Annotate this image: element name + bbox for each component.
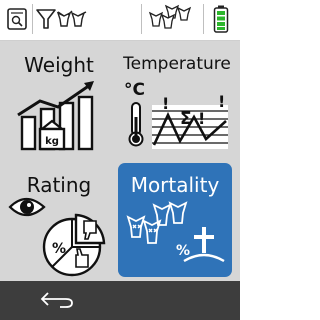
percent-sign: % — [176, 243, 190, 259]
rating-tile[interactable]: Rating % — [4, 163, 114, 277]
toolbar-divider — [32, 4, 33, 34]
kg-text: kg — [45, 136, 59, 147]
mortality-tile[interactable]: Mortality % — [118, 163, 232, 277]
alert-mark: ! — [162, 94, 169, 113]
toolbar-divider — [141, 4, 142, 34]
battery-icon — [206, 4, 236, 34]
animal-group-button[interactable] — [144, 4, 200, 34]
cow-group-icon — [148, 4, 192, 29]
report-icon[interactable] — [4, 4, 30, 34]
back-arrow-icon — [40, 292, 73, 308]
cow-group-icon — [126, 201, 188, 244]
menu-grid: Weight kg Temperature °C ! Σ ! ! Rating … — [0, 41, 240, 281]
toolbar-divider — [203, 4, 204, 34]
weight-tile[interactable]: Weight kg — [4, 45, 114, 155]
filter-button[interactable] — [34, 4, 90, 34]
percent-sign: % — [52, 241, 66, 257]
temperature-chart-icon: °C ! Σ ! ! — [124, 80, 228, 149]
back-button[interactable] — [28, 285, 88, 315]
filter-cow-icon — [36, 9, 87, 29]
thermometer-icon — [128, 102, 144, 147]
celsius-unit: °C — [124, 80, 145, 100]
rating-chart-icon: % — [8, 197, 106, 277]
top-toolbar — [0, 0, 240, 41]
sigma-symbol: Σ — [180, 109, 192, 129]
weight-chart-icon: kg — [17, 81, 94, 151]
alert-mark: ! — [198, 109, 205, 128]
eye-icon — [8, 197, 46, 217]
bottom-bar — [0, 281, 240, 320]
mortality-chart-icon: % — [126, 201, 225, 263]
temperature-tile[interactable]: Temperature °C ! Σ ! ! — [118, 45, 236, 155]
alert-mark: ! — [218, 92, 225, 111]
